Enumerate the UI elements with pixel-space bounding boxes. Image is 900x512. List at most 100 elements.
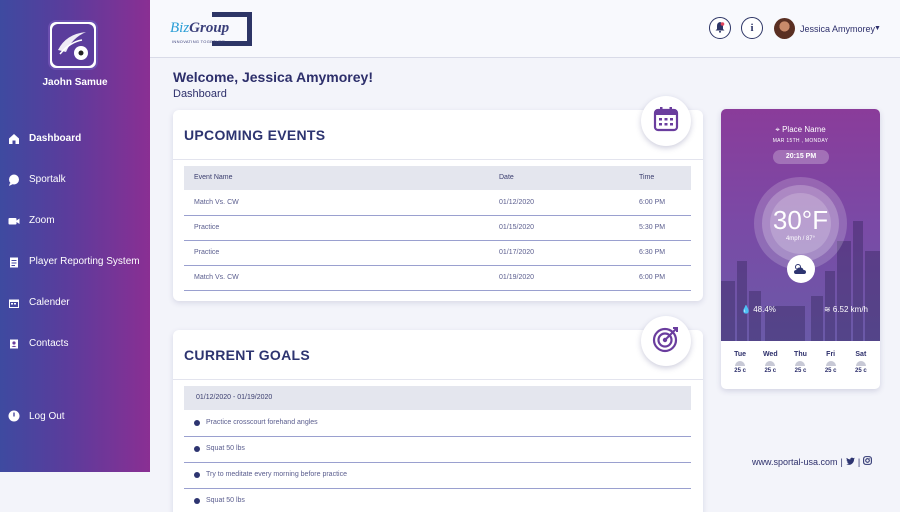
weather-temperature: 30°F bbox=[772, 205, 829, 235]
upcoming-events-card: UPCOMING EVENTS Event Name Date Time Mat… bbox=[173, 96, 703, 301]
wind-icon: ≋ bbox=[823, 305, 831, 314]
partly-cloudy-icon bbox=[787, 255, 815, 283]
event-time: 6:00 PM bbox=[639, 274, 666, 281]
current-goals-card: CURRENT GOALS 01/12/2020 - 01/19/2020 Pr… bbox=[173, 316, 703, 512]
forecast-day: Tue 25 c bbox=[734, 351, 747, 374]
table-row[interactable]: Practice 01/17/2020 6:30 PM bbox=[184, 241, 691, 266]
sidebar: Jaohn Samue Dashboard Sportalk Zoom Play… bbox=[0, 0, 150, 472]
bullet-icon bbox=[194, 446, 200, 452]
home-icon bbox=[8, 133, 20, 145]
list-item[interactable]: Practice crosscourt forehand angles bbox=[184, 411, 691, 437]
event-name: Match Vs. CW bbox=[194, 199, 239, 206]
info-button[interactable]: i bbox=[741, 17, 763, 39]
forecast-day: Sat 25 c bbox=[855, 351, 867, 374]
calendar-badge bbox=[641, 96, 691, 146]
goals-date-range: 01/12/2020 - 01/19/2020 bbox=[184, 386, 691, 410]
upcoming-events-title: UPCOMING EVENTS bbox=[184, 127, 326, 143]
current-goals-title: CURRENT GOALS bbox=[184, 347, 311, 363]
event-date: 01/15/2020 bbox=[499, 224, 535, 231]
location-pin-icon: ⌖ bbox=[775, 125, 780, 134]
page-title: Welcome, Jessica Amymorey! bbox=[173, 69, 373, 85]
forecast-day: Thu 25 c bbox=[794, 351, 807, 374]
cloud-icon bbox=[825, 361, 836, 366]
event-time: 5:30 PM bbox=[639, 224, 666, 231]
team-logo bbox=[48, 20, 98, 70]
logout-button[interactable]: Log Out bbox=[8, 410, 65, 422]
target-icon bbox=[652, 325, 680, 358]
bullet-icon bbox=[194, 472, 200, 478]
sidebar-nav: Dashboard Sportalk Zoom Player Reporting… bbox=[0, 118, 150, 364]
sidebar-user-name: Jaohn Samue bbox=[42, 77, 108, 88]
weather-time: 20:15 PM bbox=[773, 150, 829, 164]
forecast-day: Fri 25 c bbox=[824, 351, 837, 374]
logout-label: Log Out bbox=[29, 410, 65, 422]
clipboard-icon bbox=[8, 256, 20, 268]
calendar-icon bbox=[8, 297, 20, 309]
event-name: Practice bbox=[194, 224, 220, 231]
events-table-header: Event Name Date Time bbox=[184, 166, 691, 190]
sidebar-item-label: Calender bbox=[29, 297, 70, 308]
sidebar-item-dashboard[interactable]: Dashboard bbox=[0, 118, 150, 159]
bullet-icon bbox=[194, 498, 200, 504]
weather-panel: ⌖ Place Name MAR 15TH , MONDAY 20:15 PM … bbox=[721, 109, 880, 341]
forecast-day: Wed 25 c bbox=[762, 351, 778, 374]
top-header: BizGroup INNOVATING TOGETHER i Jessica A… bbox=[150, 0, 900, 58]
table-row[interactable]: Match Vs. CW 01/12/2020 6:00 PM bbox=[184, 191, 691, 216]
footer: www.sportal-usa.com | | bbox=[752, 456, 873, 467]
event-date: 01/19/2020 bbox=[499, 274, 535, 281]
sidebar-item-calender[interactable]: Calender bbox=[0, 282, 150, 323]
weather-wind-direction: 4mph / 87° bbox=[785, 236, 816, 242]
sidebar-item-label: Dashboard bbox=[29, 133, 82, 144]
video-icon bbox=[8, 215, 20, 227]
bell-icon bbox=[714, 21, 726, 36]
sidebar-item-label: Player Reporting System bbox=[29, 256, 140, 267]
weather-humidity: 💧 48.4% bbox=[741, 305, 776, 314]
cloud-icon bbox=[855, 361, 866, 366]
weather-wind: ≋ 6.52 km/h bbox=[823, 305, 868, 314]
sidebar-item-label: Zoom bbox=[29, 215, 55, 226]
weather-date: MAR 15TH , MONDAY bbox=[772, 138, 829, 144]
list-item[interactable]: Squat 50 lbs bbox=[184, 489, 691, 512]
sidebar-item-zoom[interactable]: Zoom bbox=[0, 200, 150, 241]
chat-icon bbox=[8, 174, 20, 186]
table-row[interactable]: Practice 01/15/2020 5:30 PM bbox=[184, 216, 691, 241]
avatar[interactable] bbox=[774, 18, 795, 39]
power-icon bbox=[8, 410, 20, 422]
weather-forecast: Tue 25 c Wed 25 c Thu 25 c Fri 25 c Sat 25 c bbox=[721, 351, 880, 374]
column-header: Event Name bbox=[194, 174, 233, 181]
event-date: 01/12/2020 bbox=[499, 199, 535, 206]
weather-widget: ⌖ Place Name MAR 15TH , MONDAY 20:15 PM … bbox=[721, 109, 880, 389]
goal-text: Try to meditate every morning before pra… bbox=[206, 471, 347, 478]
instagram-icon[interactable] bbox=[863, 456, 873, 467]
list-item[interactable]: Squat 50 lbs bbox=[184, 437, 691, 463]
column-header: Date bbox=[499, 174, 514, 181]
info-icon: i bbox=[750, 22, 754, 34]
list-item[interactable]: Try to meditate every morning before pra… bbox=[184, 463, 691, 489]
cloud-icon bbox=[795, 361, 806, 366]
sidebar-item-contacts[interactable]: Contacts bbox=[0, 323, 150, 364]
cloud-icon bbox=[735, 361, 746, 366]
footer-site-link[interactable]: www.sportal-usa.com bbox=[752, 457, 838, 467]
event-time: 6:30 PM bbox=[639, 249, 666, 256]
breadcrumb: Dashboard bbox=[173, 88, 227, 100]
goal-text: Practice crosscourt forehand angles bbox=[206, 419, 318, 426]
target-badge bbox=[641, 316, 691, 366]
brand-logo: BizGroup INNOVATING TOGETHER bbox=[170, 10, 254, 48]
event-time: 6:00 PM bbox=[639, 199, 666, 206]
event-name: Practice bbox=[194, 249, 220, 256]
goal-text: Squat 50 lbs bbox=[206, 445, 245, 452]
weather-place: ⌖ Place Name bbox=[775, 125, 826, 134]
chevron-down-icon[interactable]: ▼ bbox=[874, 25, 881, 32]
table-row[interactable]: Match Vs. CW 01/19/2020 6:00 PM bbox=[184, 266, 691, 291]
water-drop-icon: 💧 bbox=[741, 305, 751, 314]
bullet-icon bbox=[194, 420, 200, 426]
twitter-icon[interactable] bbox=[845, 457, 855, 467]
sidebar-item-player-reporting-system[interactable]: Player Reporting System bbox=[0, 241, 150, 282]
goal-text: Squat 50 lbs bbox=[206, 497, 245, 504]
sidebar-item-label: Sportalk bbox=[29, 174, 66, 185]
notifications-button[interactable] bbox=[709, 17, 731, 39]
sidebar-item-sportalk[interactable]: Sportalk bbox=[0, 159, 150, 200]
contacts-icon bbox=[8, 338, 20, 350]
column-header: Time bbox=[639, 174, 655, 181]
header-user-name[interactable]: Jessica Amymorey bbox=[800, 24, 875, 34]
